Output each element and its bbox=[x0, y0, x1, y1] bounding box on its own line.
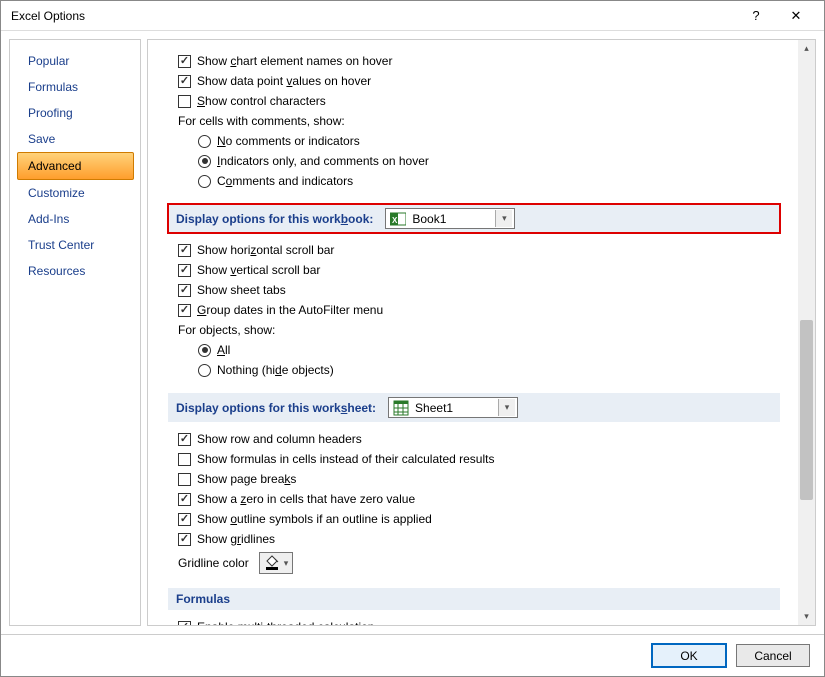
checkbox-vscroll[interactable] bbox=[178, 264, 191, 277]
label-comments-indicators: Indicators only, and comments on hover bbox=[217, 154, 429, 168]
label-show-formulas: Show formulas in cells instead of their … bbox=[197, 452, 494, 466]
radio-comments-both[interactable] bbox=[198, 175, 211, 188]
checkbox-control-chars[interactable] bbox=[178, 95, 191, 108]
checkbox-gridlines[interactable] bbox=[178, 533, 191, 546]
close-button[interactable]: ✕ bbox=[776, 2, 816, 30]
checkbox-multithread[interactable] bbox=[178, 621, 191, 626]
checkbox-hscroll[interactable] bbox=[178, 244, 191, 257]
checkbox-group-dates[interactable] bbox=[178, 304, 191, 317]
ok-button[interactable]: OK bbox=[652, 644, 726, 667]
checkbox-chart-values[interactable] bbox=[178, 75, 191, 88]
scroll-down-icon[interactable]: ▾ bbox=[798, 608, 815, 625]
radio-objects-all[interactable] bbox=[198, 344, 211, 357]
chevron-down-icon: ▾ bbox=[284, 558, 289, 569]
label-sheet-tabs: Show sheet tabs bbox=[197, 283, 286, 297]
sidebar-item-popular[interactable]: Popular bbox=[18, 48, 140, 74]
label-objects-hide: Nothing (hide objects) bbox=[217, 363, 334, 377]
workbook-select-value: Book1 bbox=[412, 212, 446, 226]
options-content: Show chart element names on hover Show d… bbox=[148, 40, 798, 625]
checkbox-show-formulas[interactable] bbox=[178, 453, 191, 466]
vertical-scrollbar[interactable]: ▴ ▾ bbox=[798, 40, 815, 625]
cancel-button[interactable]: Cancel bbox=[736, 644, 810, 667]
help-button[interactable]: ? bbox=[736, 2, 776, 30]
checkbox-row-col-headers[interactable] bbox=[178, 433, 191, 446]
checkbox-sheet-tabs[interactable] bbox=[178, 284, 191, 297]
label-objects-all: All bbox=[217, 343, 230, 357]
sidebar-item-resources[interactable]: Resources bbox=[18, 258, 140, 284]
chevron-down-icon: ▾ bbox=[495, 210, 512, 227]
checkbox-page-breaks[interactable] bbox=[178, 473, 191, 486]
scroll-thumb[interactable] bbox=[800, 320, 813, 500]
label-zero-values: Show a zero in cells that have zero valu… bbox=[197, 492, 415, 506]
label-page-breaks: Show page breaks bbox=[197, 472, 296, 486]
label-outline-symbols: Show outline symbols if an outline is ap… bbox=[197, 512, 432, 526]
checkbox-chart-names[interactable] bbox=[178, 55, 191, 68]
label-gridline-color: Gridline color bbox=[178, 556, 249, 570]
worksheet-select[interactable]: Sheet1 ▾ bbox=[388, 397, 518, 418]
label-gridlines: Show gridlines bbox=[197, 532, 275, 546]
checkbox-zero-values[interactable] bbox=[178, 493, 191, 506]
label-group-dates: Group dates in the AutoFilter menu bbox=[197, 303, 383, 317]
label-objects-show: For objects, show: bbox=[178, 323, 275, 337]
label-vscroll: Show vertical scroll bar bbox=[197, 263, 320, 277]
label-chart-values: Show data point values on hover bbox=[197, 74, 371, 88]
label-chart-names: Show chart element names on hover bbox=[197, 54, 392, 68]
category-sidebar: Popular Formulas Proofing Save Advanced … bbox=[9, 39, 141, 626]
label-control-chars: Show control characters bbox=[197, 94, 326, 108]
checkbox-outline-symbols[interactable] bbox=[178, 513, 191, 526]
excel-sheet-icon bbox=[393, 400, 409, 416]
sidebar-item-trustcenter[interactable]: Trust Center bbox=[18, 232, 140, 258]
excel-workbook-icon: X bbox=[390, 211, 406, 227]
window-title: Excel Options bbox=[11, 9, 736, 23]
chevron-down-icon: ▾ bbox=[498, 399, 515, 416]
radio-comments-none[interactable] bbox=[198, 135, 211, 148]
sidebar-item-addins[interactable]: Add-Ins bbox=[18, 206, 140, 232]
scroll-up-icon[interactable]: ▴ bbox=[798, 40, 815, 57]
section-workbook-display: Display options for this workbook: X Boo… bbox=[168, 204, 780, 233]
label-hscroll: Show horizontal scroll bar bbox=[197, 243, 334, 257]
sidebar-item-advanced[interactable]: Advanced bbox=[17, 152, 134, 180]
worksheet-select-value: Sheet1 bbox=[415, 401, 453, 415]
paint-bucket-icon bbox=[264, 556, 280, 570]
label-comments-none: No comments or indicators bbox=[217, 134, 360, 148]
workbook-select[interactable]: X Book1 ▾ bbox=[385, 208, 515, 229]
sidebar-item-customize[interactable]: Customize bbox=[18, 180, 140, 206]
gridline-color-button[interactable]: ▾ bbox=[259, 552, 294, 574]
section-worksheet-display: Display options for this worksheet: Shee… bbox=[168, 393, 780, 422]
sidebar-item-proofing[interactable]: Proofing bbox=[18, 100, 140, 126]
label-comments-show: For cells with comments, show: bbox=[178, 114, 345, 128]
radio-objects-hide[interactable] bbox=[198, 364, 211, 377]
label-comments-both: Comments and indicators bbox=[217, 174, 353, 188]
svg-text:X: X bbox=[392, 216, 398, 225]
label-multithread: Enable multi-threaded calculation bbox=[197, 620, 374, 625]
sidebar-item-formulas[interactable]: Formulas bbox=[18, 74, 140, 100]
sidebar-item-save[interactable]: Save bbox=[18, 126, 140, 152]
label-row-col-headers: Show row and column headers bbox=[197, 432, 362, 446]
section-formulas: Formulas bbox=[168, 588, 780, 610]
radio-comments-indicators[interactable] bbox=[198, 155, 211, 168]
